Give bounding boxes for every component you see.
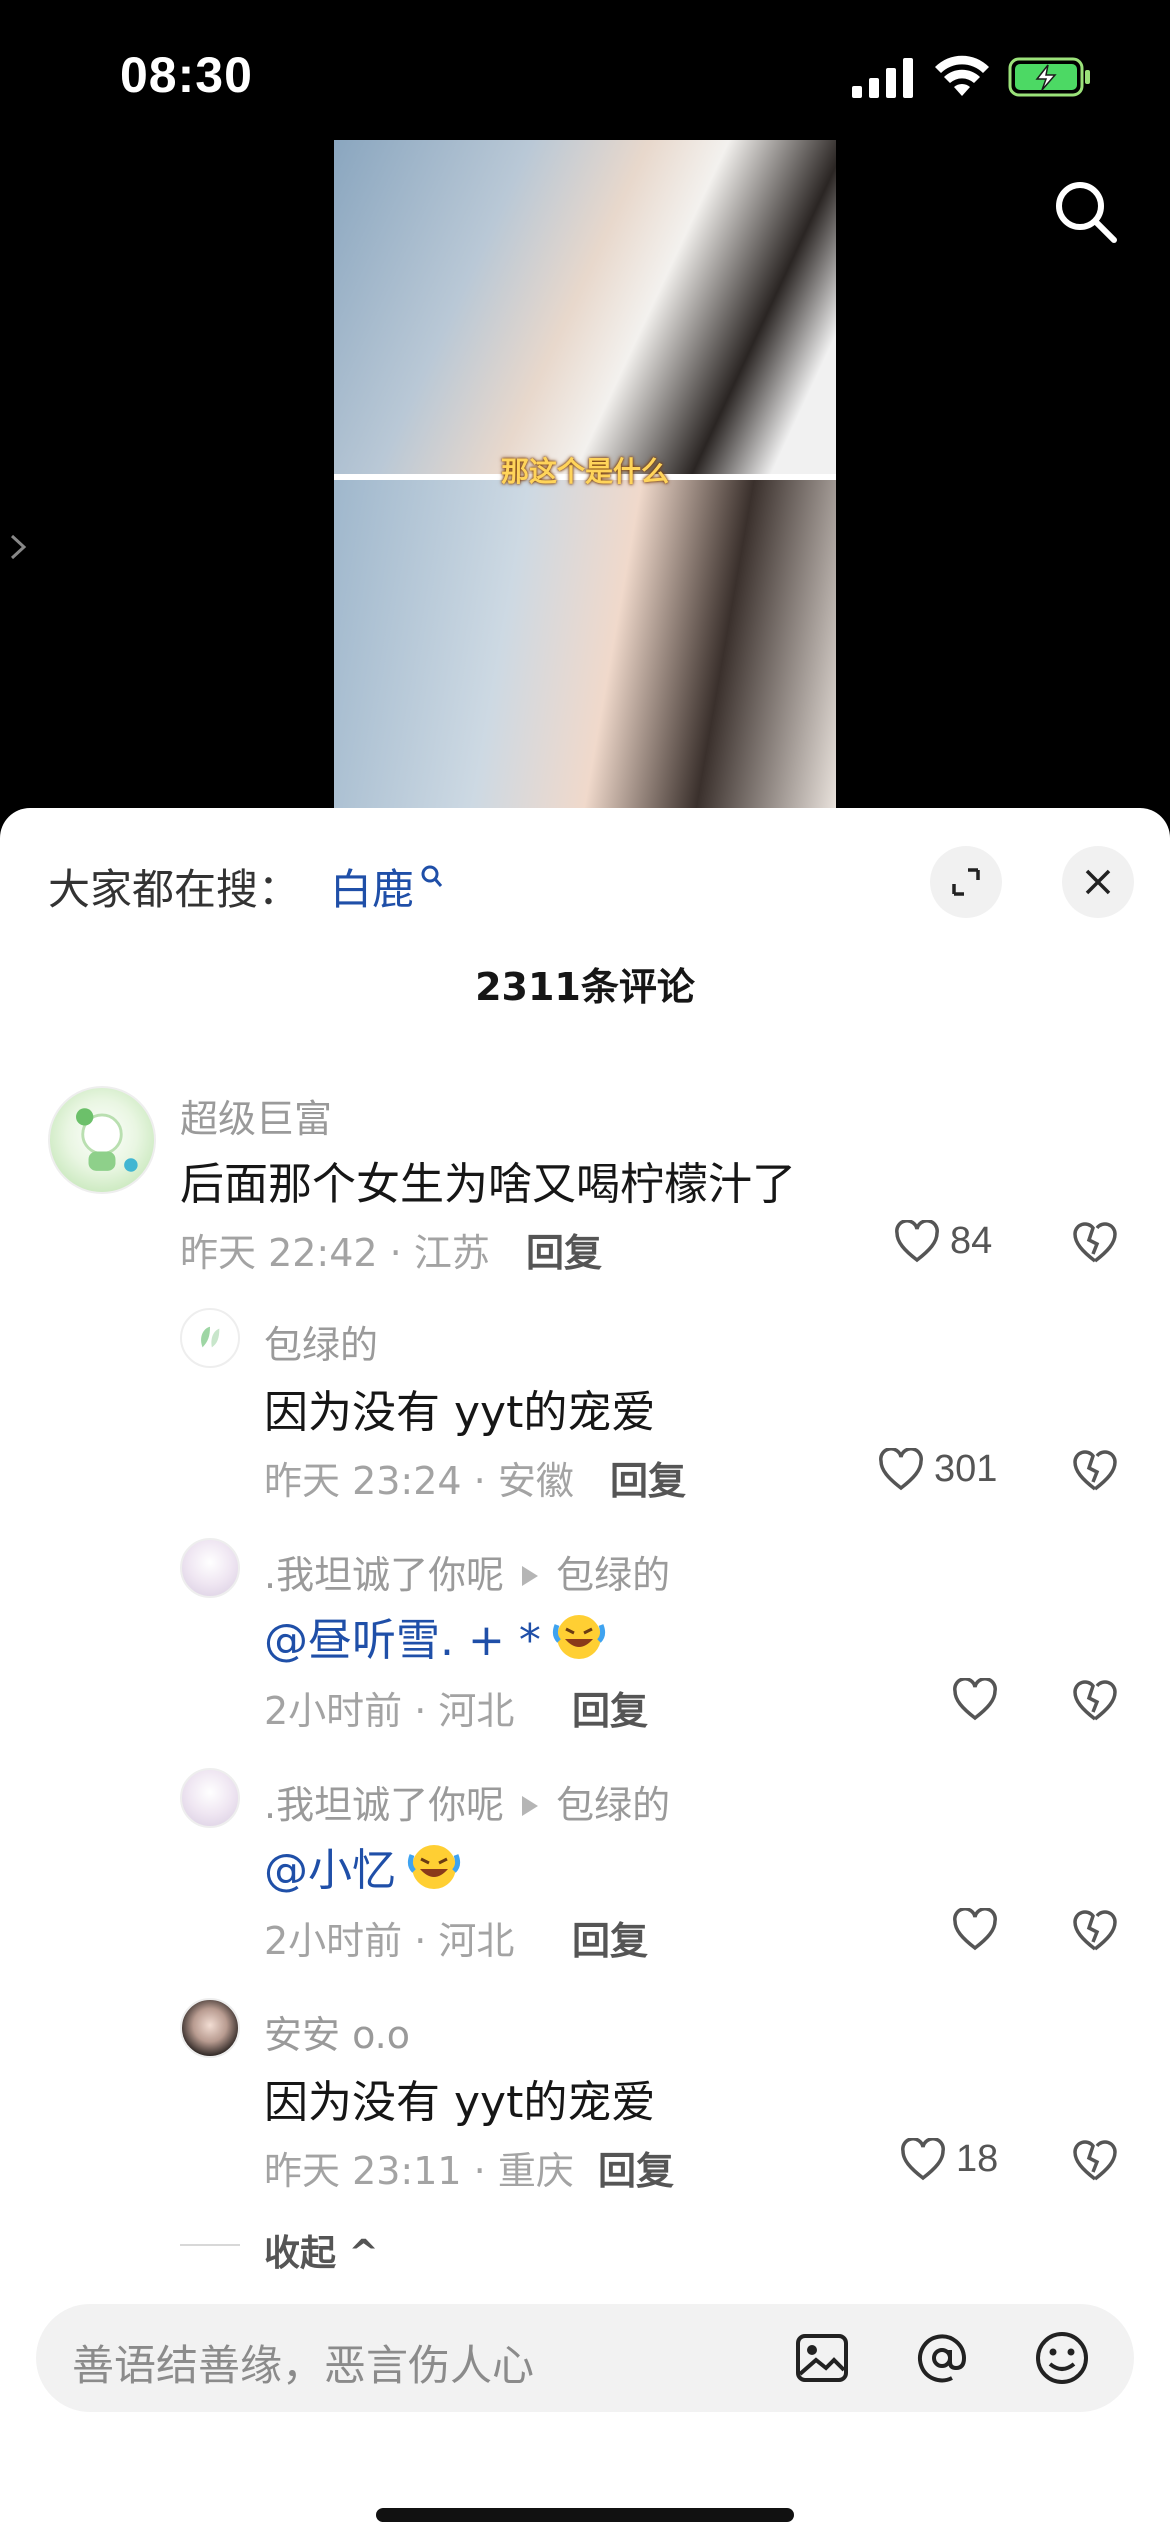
collapse-replies-button[interactable]: 收起 ^ [264,2224,379,2276]
like-button[interactable]: 84 [894,1218,1014,1268]
username-text: .我坦诚了你呢 [264,1783,505,1827]
comment-username[interactable]: 包绿的 [264,1314,378,1369]
reply-button[interactable]: 回复 [572,1680,648,1735]
comment-content[interactable]: 因为没有 yyt的宠爱 [264,2066,655,2130]
avatar[interactable] [48,1086,156,1194]
like-button[interactable] [952,1906,1002,1956]
heart-icon [953,1908,997,1951]
comment-meta: 昨天 23:24 · 安徽 [264,1459,574,1503]
image-icon[interactable] [792,2328,852,2388]
video-player[interactable]: 那这个是什么 [0,140,1170,810]
heart-icon [901,2138,945,2181]
avatar[interactable] [180,1768,240,1828]
wifi-icon [935,55,989,96]
battery-charging-icon [1008,57,1090,97]
collapse-divider [180,2244,240,2246]
search-term-link[interactable]: 白鹿 [330,856,414,917]
comment-input[interactable]: 善语结善缘，恶言伤人心 [36,2304,1134,2412]
like-button[interactable]: 301 [878,1446,1018,1496]
reply-button[interactable]: 回复 [598,2140,674,2195]
close-icon [1085,869,1111,895]
like-count: 18 [956,2138,999,2180]
avatar[interactable] [180,1308,240,1368]
comment-username[interactable]: 安安 o.o [264,2004,410,2059]
avatar-illustration [201,1326,220,1348]
at-mention-icon[interactable] [912,2328,972,2388]
username-text: .我坦诚了你呢 [264,1553,505,1597]
comment-username[interactable]: 超级巨富 [180,1088,332,1143]
like-button[interactable]: 18 [900,2136,1020,2186]
broken-heart-icon[interactable] [1072,1220,1118,1266]
comment-content[interactable]: 后面那个女生为啥又喝柠檬汁了 [180,1148,796,1212]
broken-heart-icon[interactable] [1072,1908,1118,1954]
avatar-illustration [76,1108,138,1172]
comment-content[interactable]: @昼听雪. + * [264,1604,607,1668]
comment-input-placeholder: 善语结善缘，恶言伤人心 [72,2341,535,2390]
heart-icon [879,1448,923,1491]
comment-meta: 2小时前 · 河北 [264,1689,515,1733]
comment-content[interactable]: 因为没有 yyt的宠爱 [264,1376,655,1440]
comment-sheet: 大家都在搜： 白鹿 2311条评论 超级巨富 后面那个女生为啥又喝柠檬汁了 昨天… [0,808,1170,2532]
avatar[interactable] [180,1998,240,2058]
search-small-icon [421,865,443,887]
video-scene-bottom [334,480,836,810]
comment-count: 2311条评论 [475,965,695,1009]
mention-link[interactable]: @小忆 [264,1845,396,1896]
reply-to-arrow-icon [522,1795,539,1816]
broken-heart-icon[interactable] [1072,2138,1118,2184]
broken-heart-icon[interactable] [1072,1448,1118,1494]
chevron-right-icon[interactable] [8,532,30,562]
close-button[interactable] [1062,846,1134,918]
reply-to-arrow-icon [522,1565,539,1586]
video-scene-top [334,140,836,476]
video-frame[interactable]: 那这个是什么 [334,140,836,810]
status-bar: 08:30 [0,0,1170,140]
like-count: 301 [934,1448,998,1490]
like-count: 84 [950,1220,993,1262]
emoji-icon[interactable] [1032,2328,1092,2388]
cellular-signal-icon [852,58,913,98]
home-indicator[interactable] [376,2508,794,2522]
heart-icon [953,1678,997,1721]
reply-to-name[interactable]: 包绿的 [556,1783,670,1827]
video-subtitle: 那这个是什么 [500,455,669,488]
avatar[interactable] [180,1538,240,1598]
reply-button[interactable]: 回复 [526,1222,602,1277]
comment-username[interactable]: .我坦诚了你呢 包绿的 [264,1544,670,1599]
laughing-crying-emoji-icon [552,1615,605,1659]
search-icon[interactable] [1050,176,1122,248]
comment-content[interactable]: @小忆 [264,1834,462,1898]
reply-button[interactable]: 回复 [610,1450,686,1505]
search-hint-label: 大家都在搜： [48,865,301,914]
heart-icon [895,1220,939,1263]
comment-meta: 昨天 22:42 · 江苏 [180,1231,490,1275]
broken-heart-icon[interactable] [1072,1678,1118,1724]
reply-button[interactable]: 回复 [572,1910,648,1965]
status-time: 08:30 [120,47,253,103]
expand-button[interactable] [930,846,1002,918]
laughing-crying-emoji-icon [407,1845,461,1889]
like-button[interactable] [952,1676,1002,1726]
expand-icon [952,868,980,896]
comment-meta: 昨天 23:11 · 重庆 [264,2149,574,2193]
mention-link[interactable]: @昼听雪. + * [264,1615,541,1666]
comment-username[interactable]: .我坦诚了你呢 包绿的 [264,1774,670,1829]
comment-meta: 2小时前 · 河北 [264,1919,515,1963]
reply-to-name[interactable]: 包绿的 [556,1553,670,1597]
